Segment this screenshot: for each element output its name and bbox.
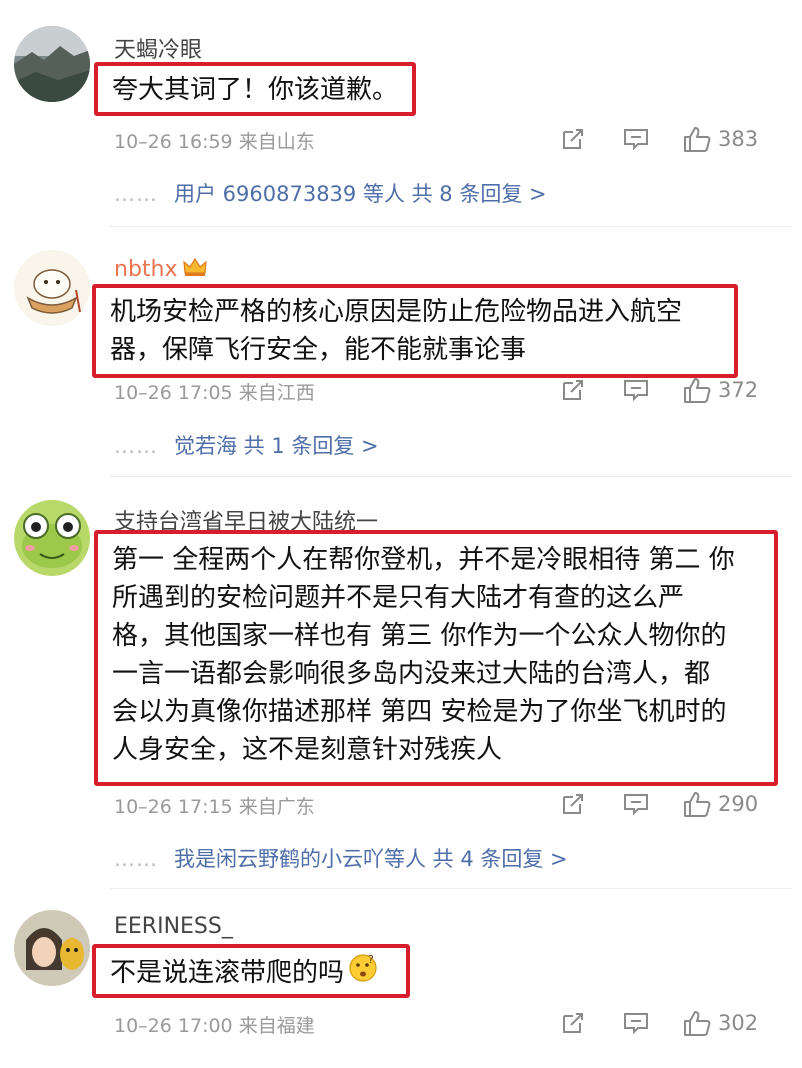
thinking-emoji-icon: ? <box>348 953 378 994</box>
comment-icon <box>624 1013 648 1035</box>
action-bar: 302 <box>560 1008 770 1038</box>
like-count: 302 <box>718 1011 759 1035</box>
like-button[interactable]: 302 <box>682 1008 758 1038</box>
share-icon <box>563 1013 583 1033</box>
svg-text:?: ? <box>368 953 374 966</box>
share-button[interactable] <box>560 1008 586 1038</box>
comment-item: EERINESS_ 不是说连滚带爬的吗 ? 10–26 17:00 来自福建 3… <box>0 0 802 1068</box>
comment-text-line: 不是说连滚带爬的吗 <box>110 958 345 988</box>
comment-text-highlighted: 不是说连滚带爬的吗 ? <box>92 944 410 998</box>
comment-button[interactable] <box>622 1008 650 1038</box>
like-icon <box>684 1011 711 1036</box>
comment-meta: 10–26 17:00 来自福建 <box>114 1015 315 1037</box>
avatar[interactable] <box>14 910 90 986</box>
username[interactable]: EERINESS_ <box>114 914 233 939</box>
